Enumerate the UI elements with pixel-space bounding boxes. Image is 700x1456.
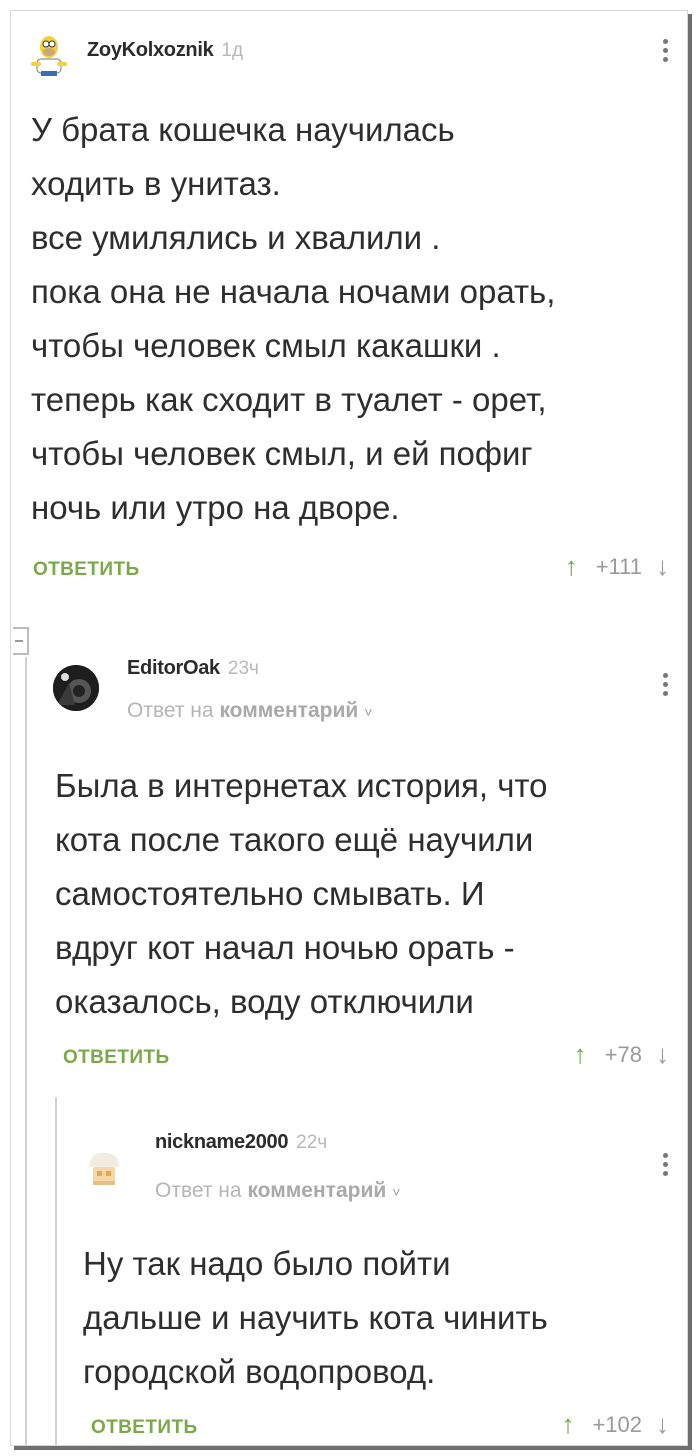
collapse-thread-icon[interactable]	[13, 627, 29, 655]
comment-header: EditorOak 23ч	[127, 657, 259, 680]
dark-photo-avatar-icon	[53, 665, 99, 711]
reply-to-target[interactable]: комментарий	[219, 699, 358, 722]
timestamp: 22ч	[296, 1132, 328, 1153]
more-menu-icon[interactable]	[663, 39, 669, 66]
reply-to-target[interactable]: комментарий	[247, 1179, 386, 1202]
comment-header: nickname2000 22ч	[155, 1131, 327, 1154]
username[interactable]: nickname2000	[155, 1131, 288, 1154]
vote-controls: ↑ +102 ↓	[561, 1409, 669, 1440]
more-menu-icon[interactable]	[663, 673, 669, 700]
reply-button[interactable]: ОТВЕТИТЬ	[91, 1417, 198, 1439]
comment-text: У брата кошечка научилась ходить в унита…	[31, 111, 556, 526]
reply-button[interactable]: ОТВЕТИТЬ	[63, 1047, 170, 1069]
comment-2: EditorOak 23ч Ответ на комментарий ˅ Была…	[41, 621, 687, 1091]
timestamp: 1д	[221, 40, 244, 61]
chevron-down-icon[interactable]: ˅	[392, 1184, 400, 1200]
reply-button[interactable]: ОТВЕТИТЬ	[33, 559, 140, 581]
timestamp: 23ч	[227, 658, 259, 679]
comment-header: ZoyKolxoznik 1д	[87, 39, 243, 62]
rating-score: +78	[604, 1041, 642, 1067]
comment-text: Была в интернетах история, что кота посл…	[55, 767, 548, 1020]
avatar[interactable]	[81, 1145, 127, 1191]
reply-to-link[interactable]: Ответ на комментарий ˅	[127, 699, 372, 723]
reply-to-link[interactable]: Ответ на комментарий ˅	[155, 1179, 400, 1203]
avatar[interactable]	[29, 29, 69, 77]
vote-controls: ↑ +111 ↓	[565, 551, 669, 582]
vote-controls: ↑ +78 ↓	[574, 1039, 669, 1070]
rating-score: +111	[595, 553, 642, 579]
chevron-down-icon[interactable]: ˅	[364, 704, 372, 720]
comment-3: nickname2000 22ч Ответ на комментарий ˅ Н…	[69, 1101, 687, 1445]
homer-simpson-avatar-icon	[31, 36, 67, 76]
comment-1: ZoyKolxoznik 1д У брата кошечка научилас…	[11, 11, 687, 611]
downvote-arrow-icon[interactable]: ↓	[656, 551, 669, 582]
thread-line	[25, 657, 27, 1445]
username[interactable]: EditorOak	[127, 657, 220, 680]
avatar[interactable]	[53, 665, 99, 711]
more-menu-icon[interactable]	[663, 1153, 669, 1180]
username[interactable]: ZoyKolxoznik	[87, 39, 214, 62]
rating-score: +102	[592, 1411, 642, 1437]
thread-line	[55, 1097, 57, 1445]
default-avatar-icon	[89, 1152, 119, 1185]
downvote-arrow-icon[interactable]: ↓	[656, 1039, 669, 1070]
comment-thread: ZoyKolxoznik 1д У брата кошечка научилас…	[10, 10, 688, 1446]
comment-text: Ну так надо было пойти дальше и научить …	[83, 1245, 548, 1390]
upvote-arrow-icon[interactable]: ↑	[561, 1409, 574, 1440]
reply-to-prefix: Ответ на	[127, 699, 214, 722]
upvote-arrow-icon[interactable]: ↑	[574, 1039, 587, 1070]
upvote-arrow-icon[interactable]: ↑	[565, 551, 578, 582]
reply-to-prefix: Ответ на	[155, 1179, 242, 1202]
downvote-arrow-icon[interactable]: ↓	[656, 1409, 669, 1440]
